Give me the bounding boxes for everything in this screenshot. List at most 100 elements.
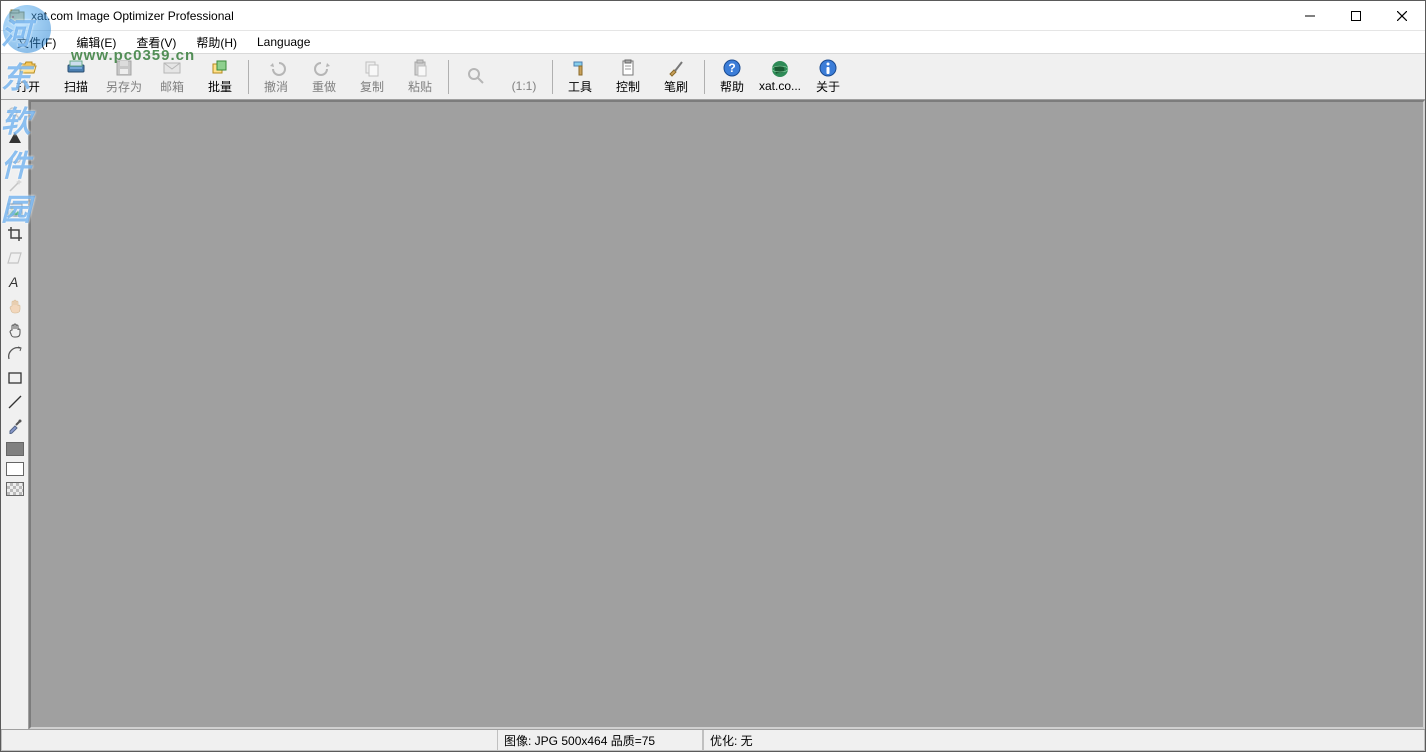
menu-item-1[interactable]: 编辑(E) xyxy=(66,32,126,53)
magnifier-icon xyxy=(7,106,23,122)
clipboard-icon xyxy=(617,59,639,77)
titlebar: xat.com Image Optimizer Professional xyxy=(1,1,1425,31)
envelope-icon xyxy=(161,59,183,77)
close-button[interactable] xyxy=(1379,1,1425,30)
about-button-label: 关于 xyxy=(816,78,840,95)
copy-button: 复制 xyxy=(349,56,395,97)
brush-icon xyxy=(665,59,687,77)
redo-button: 重做 xyxy=(301,56,347,97)
text-icon xyxy=(513,60,535,78)
triangle-icon xyxy=(7,130,23,146)
batch-icon xyxy=(209,59,231,77)
arc-icon xyxy=(7,346,23,362)
image-tool[interactable] xyxy=(4,200,26,220)
floppy-icon xyxy=(113,59,135,77)
batch-button-label: 批量 xyxy=(208,78,232,95)
line-tool[interactable] xyxy=(4,392,26,412)
info-icon xyxy=(817,59,839,77)
eyedropper-tool[interactable] xyxy=(4,416,26,436)
toolbar-separator xyxy=(549,56,555,97)
help-button[interactable]: 帮助 xyxy=(709,56,755,97)
save-as-button: 另存为 xyxy=(101,56,147,97)
copy-button-label: 复制 xyxy=(360,78,384,95)
mail-button-label: 邮箱 xyxy=(160,78,184,95)
undo-button: 撤消 xyxy=(253,56,299,97)
tools-button-label: 工具 xyxy=(568,78,592,95)
toolbar-separator xyxy=(245,56,251,97)
app-window: xat.com Image Optimizer Professional 文件(… xyxy=(0,0,1426,752)
globe-icon xyxy=(769,60,791,78)
redo-icon xyxy=(313,59,335,77)
minimize-button[interactable] xyxy=(1287,1,1333,30)
rotate-tool[interactable] xyxy=(4,344,26,364)
redo-button-label: 重做 xyxy=(312,78,336,95)
grab-icon xyxy=(7,322,23,338)
help-icon xyxy=(721,59,743,77)
hammer-icon xyxy=(569,59,591,77)
crop-icon xyxy=(7,226,23,242)
control-button-label: 控制 xyxy=(616,78,640,95)
curve-tool xyxy=(4,152,26,172)
swatch-gray[interactable] xyxy=(6,442,24,456)
open-button[interactable]: 打开 xyxy=(5,56,51,97)
zoom-icon xyxy=(465,67,487,85)
text-icon xyxy=(7,274,23,290)
rect-tool[interactable] xyxy=(4,368,26,388)
grab-tool[interactable] xyxy=(4,320,26,340)
window-controls xyxy=(1287,1,1425,30)
skew-icon xyxy=(7,250,23,266)
work-area xyxy=(1,100,1425,729)
hand-color-icon xyxy=(7,298,23,314)
rect-icon xyxy=(7,370,23,386)
brush-button[interactable]: 笔刷 xyxy=(653,56,699,97)
line-icon xyxy=(7,394,23,410)
eyedropper-icon xyxy=(7,418,23,434)
undo-button-label: 撤消 xyxy=(264,78,288,95)
copy-icon xyxy=(361,59,383,77)
side-toolbar xyxy=(1,100,29,729)
menubar: 文件(F)编辑(E)查看(V)帮助(H)Language xyxy=(1,31,1425,53)
swatch-pattern[interactable] xyxy=(6,482,24,496)
scan-button-label: 扫描 xyxy=(64,78,88,95)
brush-button-label: 笔刷 xyxy=(664,78,688,95)
menu-item-3[interactable]: 帮助(H) xyxy=(186,32,247,53)
curve-icon xyxy=(7,154,23,170)
xat-button[interactable]: xat.co... xyxy=(757,56,803,97)
xat-button-label: xat.co... xyxy=(759,79,801,93)
toolbar-separator xyxy=(445,56,451,97)
text-tool[interactable] xyxy=(4,272,26,292)
wand-tool xyxy=(4,176,26,196)
zoom-tool xyxy=(4,104,26,124)
window-title: xat.com Image Optimizer Professional xyxy=(31,9,1287,23)
picture-icon xyxy=(7,202,23,218)
fill-tool[interactable] xyxy=(4,128,26,148)
one-to-one-button-label: (1:1) xyxy=(512,79,537,93)
main-toolbar: 打开 扫描 另存为 邮箱 批量 撤消 重做 复制 粘贴 (1:1) 工具 控制 笔刷 帮助 xat.co..… xyxy=(1,53,1425,100)
folder-open-icon xyxy=(17,59,39,77)
save-as-button-label: 另存为 xyxy=(106,78,142,95)
menu-item-2[interactable]: 查看(V) xyxy=(126,32,186,53)
maximize-button[interactable] xyxy=(1333,1,1379,30)
status-spacer xyxy=(1,730,497,751)
menu-item-4[interactable]: Language xyxy=(247,33,320,51)
menu-item-0[interactable]: 文件(F) xyxy=(7,32,66,53)
control-button[interactable]: 控制 xyxy=(605,56,651,97)
swatch-white[interactable] xyxy=(6,462,24,476)
zoom-button xyxy=(453,56,499,97)
app-icon xyxy=(9,8,25,24)
hand-tool xyxy=(4,296,26,316)
batch-button[interactable]: 批量 xyxy=(197,56,243,97)
paste-button: 粘贴 xyxy=(397,56,443,97)
paste-button-label: 粘贴 xyxy=(408,78,432,95)
about-button[interactable]: 关于 xyxy=(805,56,851,97)
open-button-label: 打开 xyxy=(16,78,40,95)
crop-tool[interactable] xyxy=(4,224,26,244)
scan-button[interactable]: 扫描 xyxy=(53,56,99,97)
one-to-one-button: (1:1) xyxy=(501,56,547,97)
tools-button[interactable]: 工具 xyxy=(557,56,603,97)
mail-button: 邮箱 xyxy=(149,56,195,97)
toolbar-separator xyxy=(701,56,707,97)
wand-icon xyxy=(7,178,23,194)
canvas-area[interactable] xyxy=(29,100,1425,729)
status-optimize-info: 优化: 无 xyxy=(703,730,1425,751)
